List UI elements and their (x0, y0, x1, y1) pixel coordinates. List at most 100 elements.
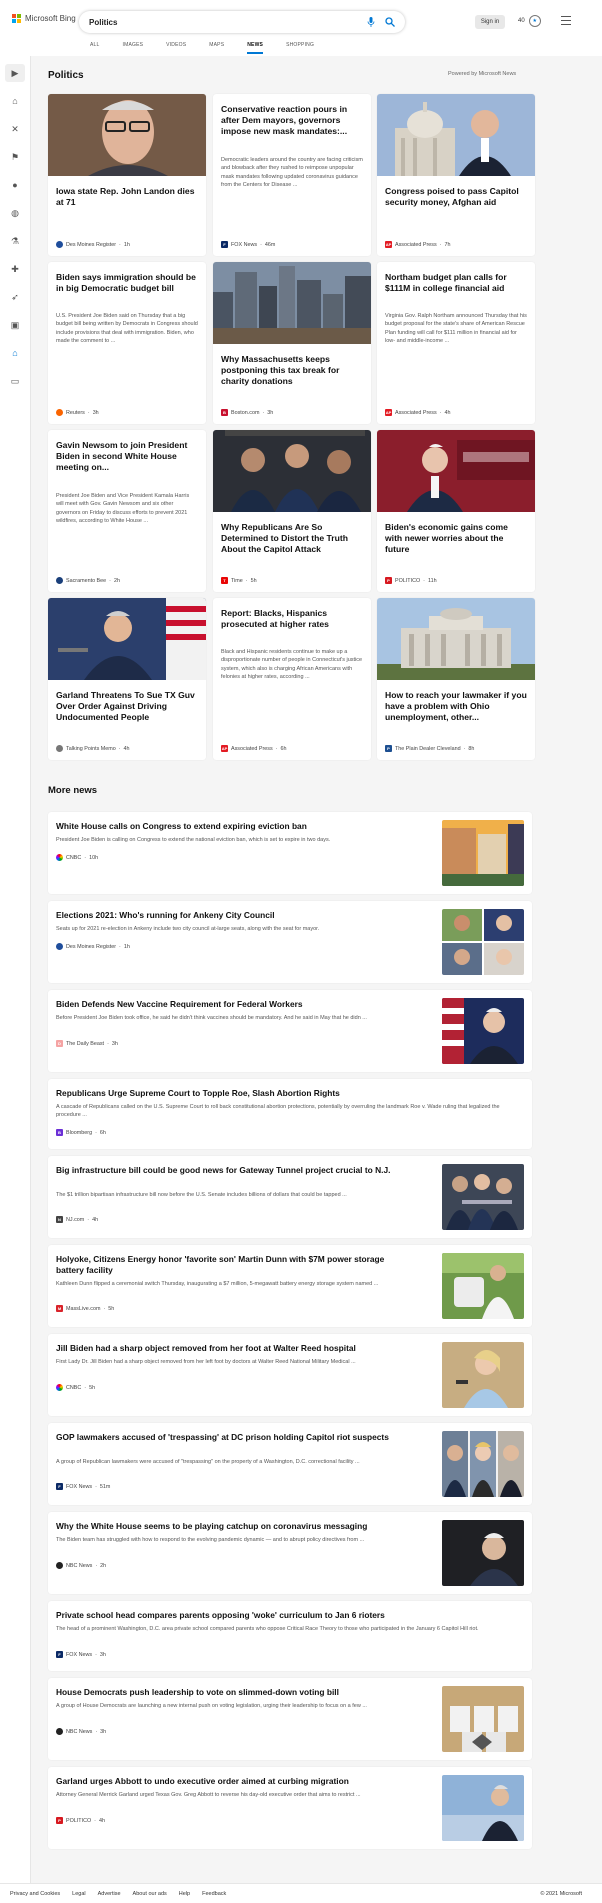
article-title[interactable]: Gavin Newsom to join President Biden in … (56, 440, 198, 473)
footer-link-help[interactable]: Help (179, 1891, 190, 1897)
rocket-icon[interactable]: ➶ (10, 292, 20, 302)
local-icon[interactable]: ✕ (10, 124, 20, 134)
article-title[interactable]: Holyoke, Citizens Energy honor 'favorite… (56, 1254, 396, 1276)
news-card[interactable]: Biden's economic gains come with newer w… (377, 430, 535, 592)
article-title[interactable]: White House calls on Congress to extend … (56, 821, 396, 832)
article-title[interactable]: Why the White House seems to be playing … (56, 1521, 396, 1532)
article-source: Des Moines Register · 1h (56, 241, 130, 248)
search-input[interactable]: Politics (89, 18, 367, 27)
news-list-item[interactable]: White House calls on Congress to extend … (48, 812, 532, 894)
entertainment-icon[interactable]: ▣ (10, 320, 20, 330)
footer-link-about-ads[interactable]: About our ads (133, 1891, 167, 1897)
search-icon[interactable] (385, 17, 395, 27)
globe-icon[interactable]: ◍ (10, 208, 20, 218)
source-logo-icon: P (385, 577, 392, 584)
powered-by-label: Powered by Microsoft News (448, 71, 517, 77)
news-card[interactable]: Iowa state Rep. John Landon dies at 71 D… (48, 94, 206, 256)
tab-images[interactable]: IMAGES (123, 42, 144, 54)
article-snippet: Democratic leaders around the country ar… (221, 157, 363, 189)
news-card[interactable]: Congress poised to pass Capitol security… (377, 94, 535, 256)
article-title[interactable]: Elections 2021: Who's running for Ankeny… (56, 910, 396, 921)
article-image (48, 598, 206, 680)
news-list-item[interactable]: Big infrastructure bill could be good ne… (48, 1156, 532, 1238)
tab-videos[interactable]: VIDEOS (166, 42, 186, 54)
article-source: NBC News · 3h (56, 1728, 106, 1735)
news-card[interactable]: Why Republicans Are So Determined to Dis… (213, 430, 371, 592)
search-box[interactable]: Politics (79, 11, 405, 33)
article-snippet: A group of Republican lawmakers were acc… (56, 1459, 360, 1465)
article-title[interactable]: Private school head compares parents opp… (56, 1610, 516, 1621)
footer-link-legal[interactable]: Legal (72, 1891, 85, 1897)
article-source: NBC News · 2h (56, 1562, 106, 1569)
article-title[interactable]: Biden says immigration should be in big … (56, 272, 198, 294)
article-title[interactable]: Report: Blacks, Hispanics prosecuted at … (221, 608, 363, 630)
article-title[interactable]: Garland urges Abbott to undo executive o… (56, 1776, 396, 1787)
microphone-icon[interactable] (367, 17, 375, 27)
flag-icon[interactable]: ⚑ (10, 152, 20, 162)
article-title[interactable]: Big infrastructure bill could be good ne… (56, 1165, 396, 1176)
article-title[interactable]: GOP lawmakers accused of 'trespassing' a… (56, 1432, 396, 1443)
article-title[interactable]: Jill Biden had a sharp object removed fr… (56, 1343, 396, 1354)
news-list-item[interactable]: Why the White House seems to be playing … (48, 1512, 532, 1594)
article-snippet: The $1 trillion bipartisan infrastructur… (56, 1192, 347, 1198)
news-card[interactable]: Why Massachusetts keeps postponing this … (213, 262, 371, 424)
source-logo-icon: F (221, 241, 228, 248)
politics-icon[interactable]: ⌂ (10, 348, 20, 358)
article-title[interactable]: Biden Defends New Vaccine Requirement fo… (56, 999, 396, 1010)
news-list-item[interactable]: Republicans Urge Supreme Court to Topple… (48, 1079, 532, 1149)
article-title[interactable]: Why Massachusetts keeps postponing this … (221, 354, 363, 387)
tab-maps[interactable]: MAPS (209, 42, 224, 54)
sign-in-button[interactable]: Sign in (475, 15, 505, 29)
news-card[interactable]: Conservative reaction pours in after Dem… (213, 94, 371, 256)
article-title[interactable]: House Democrats push leadership to vote … (56, 1687, 396, 1698)
source-logo-icon: B (221, 409, 228, 416)
rewards-button[interactable]: 40 ★ (518, 15, 541, 27)
news-list-item[interactable]: Elections 2021: Who's running for Ankeny… (48, 901, 532, 983)
source-logo-icon (56, 943, 63, 950)
money-icon[interactable]: ▭ (10, 376, 20, 386)
chevron-right-icon[interactable]: ▶ (10, 68, 20, 78)
news-list-item[interactable]: House Democrats push leadership to vote … (48, 1678, 532, 1760)
article-title[interactable]: Garland Threatens To Sue TX Guv Over Ord… (56, 690, 198, 723)
tab-shopping[interactable]: SHOPPING (286, 42, 314, 54)
footer-link-feedback[interactable]: Feedback (202, 1891, 226, 1897)
article-title[interactable]: Why Republicans Are So Determined to Dis… (221, 522, 363, 555)
news-list-item[interactable]: Garland urges Abbott to undo executive o… (48, 1767, 532, 1849)
news-card[interactable]: Report: Blacks, Hispanics prosecuted at … (213, 598, 371, 760)
bing-logo[interactable]: Microsoft Bing (12, 14, 76, 23)
article-image (377, 598, 535, 680)
article-source: F FOX News · 3h (56, 1651, 106, 1658)
news-card[interactable]: Northam budget plan calls for $111M in c… (377, 262, 535, 424)
article-title[interactable]: Northam budget plan calls for $111M in c… (385, 272, 527, 294)
article-title[interactable]: Biden's economic gains come with newer w… (385, 522, 527, 555)
news-card[interactable]: Biden says immigration should be in big … (48, 262, 206, 424)
news-list-item[interactable]: GOP lawmakers accused of 'trespassing' a… (48, 1423, 532, 1505)
article-title[interactable]: Iowa state Rep. John Landon dies at 71 (56, 186, 198, 208)
article-title[interactable]: Republicans Urge Supreme Court to Topple… (56, 1088, 516, 1099)
tab-news[interactable]: NEWS (247, 42, 264, 54)
news-list-item[interactable]: Holyoke, Citizens Energy honor 'favorite… (48, 1245, 532, 1327)
science-icon[interactable]: ⚗ (10, 236, 20, 246)
news-list-item[interactable]: Biden Defends New Vaccine Requirement fo… (48, 990, 532, 1072)
article-snippet: President Joe Biden and Vice President K… (56, 493, 190, 525)
health-icon[interactable]: ✚ (10, 264, 20, 274)
footer-link-privacy[interactable]: Privacy and Cookies (10, 1891, 60, 1897)
article-source: D The Daily Beast · 3h (56, 1040, 118, 1047)
menu-icon[interactable] (561, 16, 571, 28)
news-list-item[interactable]: Jill Biden had a sharp object removed fr… (48, 1334, 532, 1416)
rewards-trophy-icon: ★ (528, 15, 541, 27)
more-news-heading: More news (48, 785, 98, 796)
news-card[interactable]: How to reach your lawmaker if you have a… (377, 598, 535, 760)
article-title[interactable]: Conservative reaction pours in after Dem… (221, 104, 363, 137)
article-title[interactable]: How to reach your lawmaker if you have a… (385, 690, 527, 723)
news-card[interactable]: Gavin Newsom to join President Biden in … (48, 430, 206, 592)
microsoft-logo-icon (12, 14, 21, 23)
footer-link-advertise[interactable]: Advertise (98, 1891, 121, 1897)
tab-all[interactable]: ALL (90, 42, 100, 54)
article-title[interactable]: Congress poised to pass Capitol security… (385, 186, 527, 208)
news-list-item[interactable]: Private school head compares parents opp… (48, 1601, 532, 1671)
news-card[interactable]: Garland Threatens To Sue TX Guv Over Ord… (48, 598, 206, 760)
article-source: P POLITICO · 4h (56, 1817, 105, 1824)
home-icon[interactable]: ⌂ (10, 96, 20, 106)
location-pin-icon[interactable]: ● (10, 180, 20, 190)
